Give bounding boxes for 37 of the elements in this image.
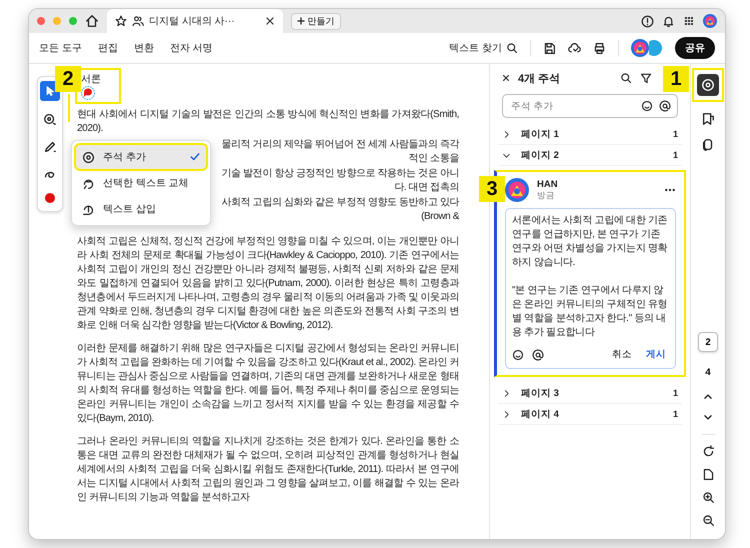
menu-item[interactable]: 텍스트 삽입 [76, 197, 206, 221]
add-comment-field[interactable]: 주석 추가 [509, 100, 635, 112]
callout-badge: 3 [479, 176, 505, 202]
document-paragraph: 이러한 문제를 해결하기 위해 많은 연구자들은 디지털 공간에서 형성되는 온라인 커뮤니티가 사회적 고립을 완화하는 데 기여할 수 있음을 강조하고 있다(Kraut et al., 2002). 온라인 커뮤니티는 관심사 중심으로 사람들을 연결하며, 기존의 대면 관계를 보완하거나 새로운 형태의 사회적 유대를 형성하는 역할을 한다. 예를 들어, 특정 주제나 취미를 중심으로 운영되는 온라인 커뮤니티는 개인이 소속감을 느끼고 정서적 지지를 받을 수 있는 환경을 제공할 수 있다(Baym, 2010). [77, 342, 459, 426]
find-text-button[interactable]: 텍스트 찾기 [449, 41, 518, 55]
document-text-line: 물리적 거리의 제약을 뛰어넘어 전 세계 사람들과의 즉각적인 소통을 [220, 138, 459, 166]
page-number-button[interactable]: 4 [698, 362, 718, 382]
menu-item[interactable]: 변환 [134, 41, 154, 55]
document-text-line: 현대 사회에서 디지털 기술의 발전은 인간의 소통 방식에 혁신적인 변화를 가져왔다(Smith, 2020). [77, 108, 459, 136]
document-text-line: 기술 발전이 항상 긍정적인 방향으로 작용하는 것은 아니다. 대면 접촉의 [220, 167, 459, 195]
menu-item[interactable]: 선택한 텍스트 교체 [76, 171, 206, 195]
section-heading: 서론 [81, 73, 101, 86]
page-group-row[interactable]: 페이지 1 1 [498, 124, 682, 145]
share-button[interactable]: 공유 [675, 37, 715, 59]
author-name: HAN [537, 178, 559, 190]
document-text-line: 사회적 고립의 심화와 같은 부정적 영향도 동반하고 있다(Brown & [220, 196, 459, 224]
comment-time: 방금 [537, 190, 556, 202]
document-tab[interactable]: 디지털 시대의 사··· [107, 9, 283, 33]
page-group-row[interactable]: 페이지 3 1 [498, 383, 682, 404]
comment-input-field[interactable]: 서론에서는 사회적 고립에 대한 기존 연구를 언급하지만, 본 연구가 기존 연구와 어떤 차별성을 가지는지 명확하지 않습니다. "본 연구는 기존 연구에서 다루지 않은 온라인 커뮤니티의 구체적인 유형별 역할을 분석하고자 한다." 등의 내용 추가 필요합니다 [512, 214, 669, 340]
document-paragraph: 그러나 온라인 커뮤니티의 역할을 지나치게 강조하는 것은 한계가 있다. 온라인을 통한 소통은 대면 교류의 완전한 대체재가 될 수 없으며, 오히려 피상적인 관계를 형성하거나 현실 세계에서의 사회적 고립을 더욱 심화시킬 위험도 존재한다(Turkle, 2011). 따라서 본 연구에서는 디지털 시대에서 사회적 고립의 원인과 그 영향을 살펴보고, 이를 해결할 수 있는 온라인 커뮤니티의 기능과 역할을 분석하고자 [77, 435, 459, 505]
menu-item[interactable]: 모든 도구 [39, 41, 82, 55]
new-tab-button[interactable]: 만들기 [290, 12, 341, 30]
page-group-row[interactable]: 페이지 2 1 [498, 145, 682, 166]
callout-badge: 1 [663, 66, 689, 92]
document-paragraph: 사회적 고립은 신체적, 정신적 건강에 부정적인 영향을 미칠 수 있으며, 이는 개인뿐만 아니라 사회 전체의 문제로 확대될 가능성이 크다(Hawkley & Cacioppo, 2010). 기존 연구에서는 사회적 고립이 개인의 정신 건강뿐만 아니라 경제적 불평등, 사회적 신뢰 저하와 같은 문제와도 밀접하게 연결되어 있음을 밝히고 있다(Putnam, 2000). 이러한 현상은 특히 고령층과 청년층에서 두드러지게 나타나며, 고령층의 경우 물리적 이동의 어려움과 가족 및 이웃과의 관계 약화로 인해, 청년층의 경우 디지털 환경에 대한 높은 의존도와 전통적 사회 구조의 변화로 인해 더욱 심각한 영향을 받는다(Victor & Bowling, 2012). [77, 235, 459, 333]
cancel-button[interactable]: 취소 [609, 346, 635, 363]
add-comment-field[interactable]: 주석 추가 [502, 94, 678, 118]
menu-item[interactable]: 편집 [98, 41, 118, 55]
page-group-row[interactable]: 페이지 4 1 [498, 404, 682, 425]
page-number-button[interactable]: 2 [698, 332, 718, 352]
post-button[interactable]: 게시 [643, 346, 669, 363]
tab-title: 디지털 시대의 사··· [149, 15, 235, 28]
callout-badge: 2 [55, 66, 81, 92]
menu-item[interactable]: 주석 추가 [76, 145, 206, 169]
panel-title: 4개 주석 [518, 72, 562, 86]
menu-item[interactable]: 전자 서명 [170, 41, 213, 55]
